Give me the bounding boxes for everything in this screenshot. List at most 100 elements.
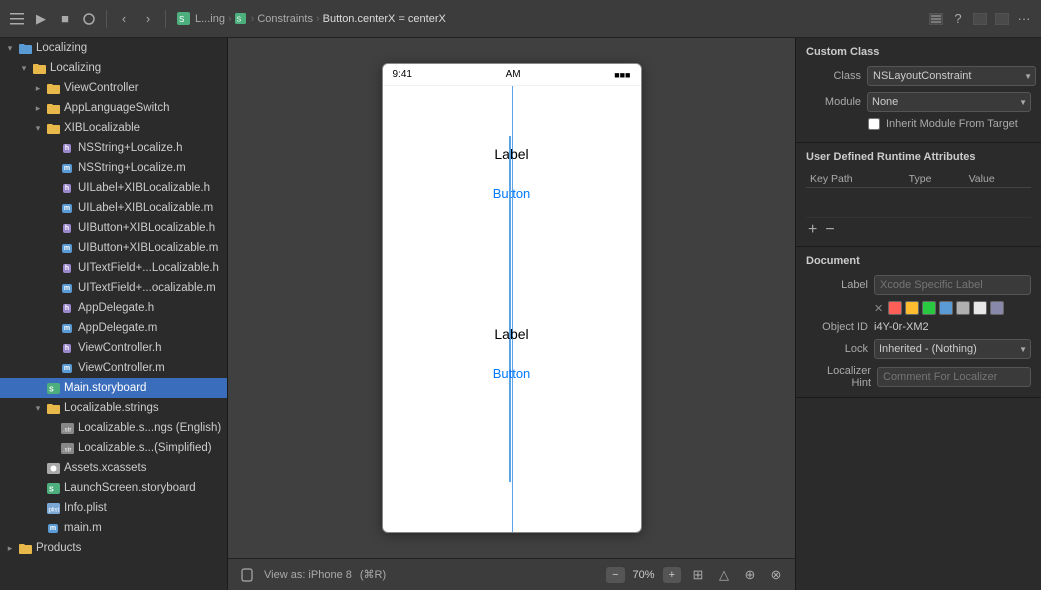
sidebar-item-localizing-sub[interactable]: Localizing [0, 58, 227, 78]
sidebar-label-viewcontroller: ViewController [64, 82, 139, 94]
color-close-icon[interactable]: ✕ [874, 302, 883, 315]
toolbar-right: ? ··· [927, 10, 1033, 28]
sidebar-item-uitextfield-m[interactable]: m UITextField+...ocalizable.m [0, 278, 227, 298]
sidebar-label-launchscreen: LaunchScreen.storyboard [64, 482, 196, 494]
back-nav-icon[interactable]: ‹ [115, 10, 133, 28]
color-swatch-gray1[interactable] [956, 301, 970, 315]
folder-icon [46, 401, 60, 415]
sidebar-item-localizing-root[interactable]: Localizing [0, 38, 227, 58]
color-swatch-purple[interactable] [990, 301, 1004, 315]
remove-attribute-button[interactable]: − [823, 222, 836, 238]
sidebar-item-xiblocalizable[interactable]: XIBLocalizable [0, 118, 227, 138]
sidebar-item-appdelegate-h[interactable]: h AppDelegate.h [0, 298, 227, 318]
embed-icon[interactable]: ⊕ [741, 566, 759, 584]
sidebar-item-localizable-strings-folder[interactable]: Localizable.strings [0, 398, 227, 418]
document-title: Document [806, 255, 1031, 267]
more-icon[interactable]: ··· [1015, 10, 1033, 28]
sidebar-item-viewcontroller[interactable]: ViewController [0, 78, 227, 98]
sidebar-item-nsstring-m[interactable]: m NSString+Localize.m [0, 158, 227, 178]
breadcrumb: S L...ing › S › Constraints › Button.cen… [174, 10, 921, 28]
sidebar-item-viewcontroller-m[interactable]: m ViewController.m [0, 358, 227, 378]
sidebar-item-infoplist[interactable]: plist Info.plist [0, 498, 227, 518]
m-file-icon: m [60, 201, 74, 215]
fit-view-icon[interactable]: ⊞ [689, 566, 707, 584]
color-swatch-red[interactable] [888, 301, 902, 315]
tree-arrow [46, 302, 58, 314]
folder-icon [32, 61, 46, 75]
sidebar-item-uibutton-m[interactable]: m UIButton+XIBLocalizable.m [0, 238, 227, 258]
color-swatch-yellow[interactable] [905, 301, 919, 315]
button-2[interactable]: Button [493, 366, 531, 381]
sidebar-item-localizable-simplified[interactable]: .str Localizable.s...(Simplified) [0, 438, 227, 458]
add-constraint-icon[interactable]: △ [715, 566, 733, 584]
inherit-module-checkbox[interactable] [868, 118, 880, 130]
tree-arrow [32, 462, 44, 474]
localizer-hint-input[interactable] [877, 367, 1031, 387]
label-1[interactable]: Label [494, 146, 528, 162]
runtime-attributes-table: Key Path Type Value [806, 171, 1031, 218]
object-id-value: i4Y-0r-XM2 [874, 321, 929, 333]
color-swatch-gray2[interactable] [973, 301, 987, 315]
col-type: Type [905, 171, 965, 188]
device-view-icon[interactable] [238, 566, 256, 584]
sidebar-item-uibutton-h[interactable]: h UIButton+XIBLocalizable.h [0, 218, 227, 238]
svg-text:S: S [236, 17, 241, 24]
color-swatch-blue[interactable] [939, 301, 953, 315]
sidebar-item-products[interactable]: Products [0, 538, 227, 558]
sidebar-item-assets[interactable]: Assets.xcassets [0, 458, 227, 478]
h-file-icon: h [60, 221, 74, 235]
forward-nav-icon[interactable]: › [139, 10, 157, 28]
sidebar-toggle-icon[interactable] [8, 10, 26, 28]
navigator-toggle-icon[interactable] [993, 10, 1011, 28]
col-key-path: Key Path [806, 171, 905, 188]
status-time: 9:41 [393, 69, 412, 80]
localizer-hint-row: Localizer Hint [806, 365, 1031, 389]
sidebar-label-nsstring-m: NSString+Localize.m [78, 162, 186, 174]
inspector-toggle-icon[interactable] [971, 10, 989, 28]
lock-select-wrapper: Inherited - (Nothing) ▼ [874, 339, 1031, 359]
editor-standard-icon[interactable] [927, 10, 945, 28]
canvas-area: → 9:41 AM ■■■ Label Button [228, 38, 795, 590]
sidebar-item-appdelegate-m[interactable]: m AppDelegate.m [0, 318, 227, 338]
resolve-icon[interactable]: ⊗ [767, 566, 785, 584]
play-icon[interactable]: ▶ [32, 10, 50, 28]
sidebar-item-launchscreen[interactable]: S LaunchScreen.storyboard [0, 478, 227, 498]
sidebar-item-localizable-english[interactable]: .str Localizable.s...ngs (English) [0, 418, 227, 438]
breadcrumb-sep-1: › [228, 13, 232, 25]
color-swatch-green[interactable] [922, 301, 936, 315]
sidebar-label-uitextfield-m: UITextField+...ocalizable.m [78, 282, 216, 294]
sidebar-item-nsstring-h[interactable]: h NSString+Localize.h [0, 138, 227, 158]
col-value: Value [965, 171, 1031, 188]
module-select[interactable]: None [867, 92, 1031, 112]
runtime-attributes-title: User Defined Runtime Attributes [806, 151, 1031, 163]
sidebar-item-main-storyboard[interactable]: S Main.storyboard [0, 378, 227, 398]
status-bar: 9:41 AM ■■■ [383, 64, 641, 86]
sidebar-item-uilabel-m[interactable]: m UILabel+XIBLocalizable.m [0, 198, 227, 218]
breadcrumb-current: Button.centerX = centerX [323, 13, 446, 25]
stop-icon[interactable]: ■ [56, 10, 74, 28]
scheme-icon[interactable] [80, 10, 98, 28]
sidebar-item-uitextfield-h[interactable]: h UITextField+...Localizable.h [0, 258, 227, 278]
folder-icon [46, 81, 60, 95]
tree-arrow [4, 42, 16, 54]
canvas-scroll[interactable]: → 9:41 AM ■■■ Label Button [228, 38, 795, 558]
sidebar-item-main-m[interactable]: m main.m [0, 518, 227, 538]
sidebar-item-applanguageswitch[interactable]: AppLanguageSwitch [0, 98, 227, 118]
class-input[interactable] [867, 66, 1036, 86]
help-icon[interactable]: ? [949, 10, 967, 28]
sidebar-label-uitextfield-h: UITextField+...Localizable.h [78, 262, 219, 274]
zoom-out-button[interactable]: − [606, 567, 624, 583]
breadcrumb-main[interactable]: S [235, 13, 248, 25]
sidebar-item-uilabel-h[interactable]: h UILabel+XIBLocalizable.h [0, 178, 227, 198]
separator-2 [165, 10, 166, 28]
label-2[interactable]: Label [494, 326, 528, 342]
breadcrumb-localizing[interactable]: L...ing [195, 13, 225, 25]
lock-select[interactable]: Inherited - (Nothing) [874, 339, 1031, 359]
label-input[interactable] [874, 275, 1031, 295]
add-attribute-button[interactable]: + [806, 222, 819, 238]
table-actions: + − [806, 222, 1031, 238]
button-1[interactable]: Button [493, 186, 531, 201]
zoom-in-button[interactable]: + [663, 567, 681, 583]
breadcrumb-constraints[interactable]: Constraints [257, 13, 313, 25]
sidebar-item-viewcontroller-h[interactable]: h ViewController.h [0, 338, 227, 358]
